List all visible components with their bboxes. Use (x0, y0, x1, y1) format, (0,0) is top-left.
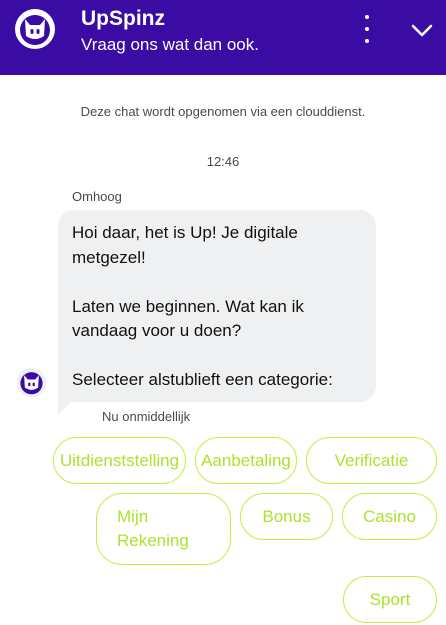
more-vertical-icon[interactable] (357, 15, 377, 43)
message-paragraph: Laten we beginnen. Wat kan ik vandaag vo… (72, 296, 304, 341)
quick-reply-label: Mijn Rekening (117, 507, 189, 550)
sender-name: Omhoog (72, 189, 122, 204)
chat-header: UpSpinz Vraag ons wat dan ook. (0, 0, 446, 75)
bot-avatar-icon (16, 367, 47, 398)
quick-reply-label: Bonus (262, 506, 311, 526)
quick-reply-verificatie[interactable]: Verificatie (306, 437, 437, 484)
message-time-label: Nu onmiddellijk (102, 409, 191, 424)
bot-avatar-icon (15, 9, 55, 49)
quick-reply-bonus[interactable]: Bonus (240, 493, 333, 540)
quick-reply-label: Uitdienststelling (59, 450, 180, 470)
bubble-tail (58, 401, 72, 415)
quick-reply-label: Sport (369, 589, 411, 609)
brand-subtitle: Vraag ons wat dan ook. (81, 35, 259, 54)
brand-title: UpSpinz (81, 7, 165, 30)
chevron-down-icon[interactable] (408, 16, 436, 44)
recording-notice: Deze chat wordt opgenomen via een cloudd… (80, 104, 366, 119)
quick-reply-casino[interactable]: Casino (342, 493, 437, 540)
quick-reply-label: Verificatie (334, 450, 409, 470)
quick-reply-uitdienststelling[interactable]: Uitdienststelling (53, 437, 186, 484)
quick-reply-label: Casino (363, 506, 416, 526)
quick-reply-sport[interactable]: Sport (343, 576, 437, 623)
quick-reply-label: Aanbetaling (201, 450, 291, 470)
bot-message-bubble: Hoi daar, het is Up! Je digitale metgeze… (58, 210, 376, 402)
message-timestamp: 12:46 (206, 154, 240, 169)
quick-reply-mijn-rekening[interactable]: Mijn Rekening (96, 493, 231, 565)
message-paragraph: Hoi daar, het is Up! Je digitale metgeze… (72, 223, 298, 267)
message-paragraph: Selecteer alstublieft een categorie: (72, 370, 333, 389)
quick-reply-aanbetaling[interactable]: Aanbetaling (195, 437, 297, 484)
